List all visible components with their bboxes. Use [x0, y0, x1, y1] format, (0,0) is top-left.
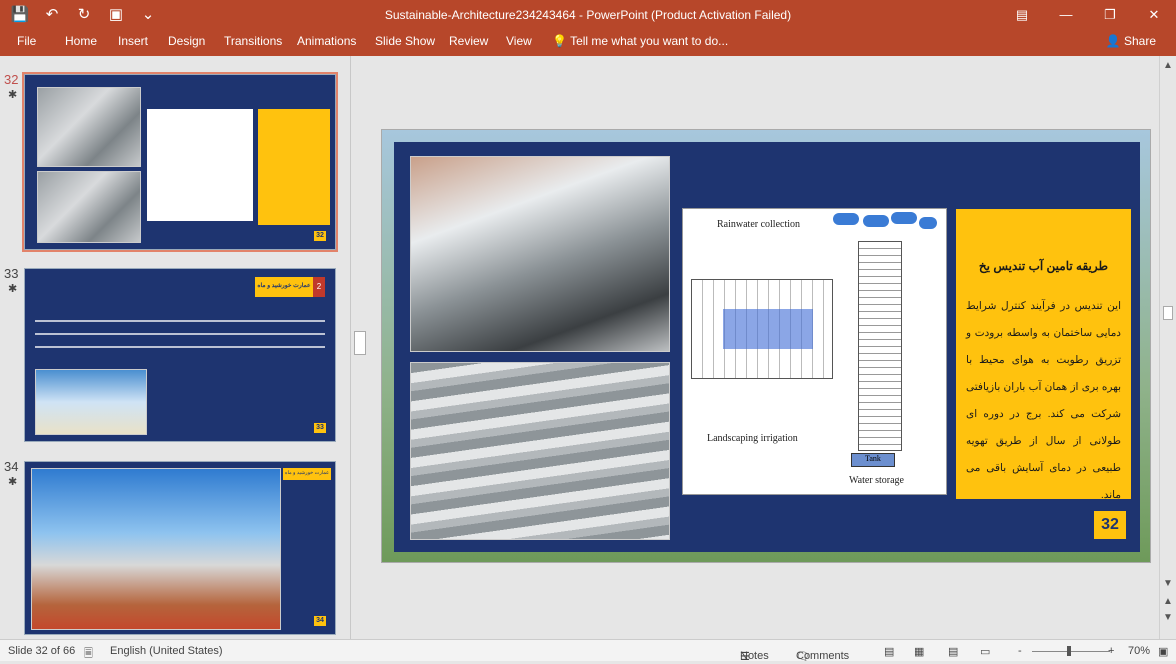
tab-review[interactable]: Review — [449, 34, 488, 48]
ice-panels-photo — [410, 362, 670, 540]
tab-insert[interactable]: Insert — [118, 34, 148, 48]
scrollbar-thumb[interactable] — [1163, 306, 1173, 320]
normal-view-icon[interactable]: ▤ — [884, 645, 894, 658]
maximize-icon[interactable]: ❐ — [1088, 0, 1132, 30]
thumbnail-badge: 32 — [314, 231, 326, 241]
thumbnail-photo — [35, 369, 147, 435]
cloud-icon — [863, 215, 889, 227]
scroll-up-icon[interactable]: ▲ — [1163, 60, 1173, 71]
editor-scrollbar[interactable]: ▲ ▼ ▲ ▼ — [1159, 56, 1176, 639]
tab-view[interactable]: View — [506, 34, 532, 48]
thumbnail-content: عمارت خورشید و ماه 34 — [24, 461, 336, 635]
zoom-slider-knob[interactable] — [1067, 646, 1071, 656]
thumbnail-slide-33[interactable]: عمارت خورشید و ماه 2 33 — [22, 266, 338, 444]
cloud-icon — [891, 212, 917, 224]
language-indicator[interactable]: English (United States) — [110, 645, 223, 657]
scrollbar-thumb[interactable] — [354, 331, 366, 355]
tab-animations[interactable]: Animations — [297, 34, 356, 48]
tab-home[interactable]: Home — [65, 34, 97, 48]
tank-drawing: Tank — [851, 453, 895, 467]
current-slide[interactable]: Rainwater collection Tank Landscaping ir… — [381, 129, 1151, 563]
slide-sorter-icon[interactable]: ▦ — [914, 645, 924, 658]
slide-number-badge: 32 — [1094, 511, 1126, 539]
reading-view-icon[interactable]: ▤ — [948, 645, 958, 658]
irrigation-label: Landscaping irrigation — [707, 433, 798, 444]
tab-transitions[interactable]: Transitions — [224, 34, 282, 48]
previous-slide-icon[interactable]: ▲ — [1163, 596, 1173, 607]
escalator-photo — [410, 156, 670, 352]
thumbnail-badge: 34 — [314, 616, 326, 626]
share-button[interactable]: 👤 Share — [1106, 34, 1156, 48]
thumbnail-heading: عمارت خورشید و ماه — [284, 470, 330, 476]
thumbnail-content: 32 — [24, 74, 336, 250]
thumbnail-slide-32[interactable]: 32 — [22, 72, 338, 252]
airflow-drawing — [723, 309, 813, 349]
fit-slide-icon[interactable]: ▣ — [1158, 645, 1168, 658]
thumbnail-number: 33 — [4, 266, 19, 281]
rainwater-diagram: Rainwater collection Tank Landscaping ir… — [682, 208, 947, 495]
tell-me-box[interactable]: 💡 Tell me what you want to do... — [552, 34, 728, 48]
thumbnail-text-lines — [35, 309, 325, 359]
thumbnail-badge: 33 — [314, 423, 326, 433]
tab-design[interactable]: Design — [168, 34, 205, 48]
scroll-down-icon[interactable]: ▼ — [1163, 578, 1173, 589]
description-textbox[interactable]: طریقه تامین آب تندیس یخ این تندیس در فرآ… — [956, 209, 1131, 501]
close-icon[interactable]: ✕ — [1132, 0, 1176, 30]
tab-slide-show[interactable]: Slide Show — [375, 34, 435, 48]
storage-label: Water storage — [849, 475, 904, 486]
thumbnail-panel: 32 ✱ 32 33 ✱ عمارت خورشید و ماه 2 33 34 … — [0, 56, 351, 639]
thumbnail-photo — [31, 468, 281, 630]
zoom-out-button[interactable]: - — [1018, 645, 1022, 657]
window-controls: ▤ — ❐ ✕ — [1000, 0, 1176, 30]
thumbnail-number: 34 — [4, 459, 19, 474]
status-bar: Slide 32 of 66 🗏 English (United States)… — [0, 639, 1176, 664]
thumbnail-heading: عمارت خورشید و ماه — [257, 283, 311, 289]
thumbnail-diagram — [147, 109, 253, 221]
tower-drawing — [858, 241, 902, 451]
thumbnail-photo — [37, 171, 141, 243]
person-icon: 👤 — [1105, 34, 1121, 48]
lightbulb-icon: 💡 — [552, 34, 567, 48]
slide-frame: Rainwater collection Tank Landscaping ir… — [394, 142, 1140, 552]
rainwater-label: Rainwater collection — [717, 219, 801, 230]
thumbnail-textbox — [258, 109, 330, 225]
thumbnail-number: 32 — [4, 72, 19, 87]
cloud-icon — [919, 217, 937, 229]
thumbnail-photo — [37, 87, 141, 167]
ribbon-display-icon[interactable]: ▤ — [1000, 0, 1044, 30]
animation-star-icon: ✱ — [8, 283, 18, 295]
animation-star-icon: ✱ — [8, 89, 18, 101]
tab-file[interactable]: File — [17, 34, 36, 48]
ribbon-tabs: File Home Insert Design Transitions Anim… — [0, 30, 1176, 56]
zoom-slider[interactable] — [1032, 651, 1110, 652]
slideshow-view-icon[interactable]: ▭ — [980, 645, 990, 658]
slide-counter: Slide 32 of 66 — [8, 645, 76, 657]
minimize-icon[interactable]: — — [1044, 0, 1088, 30]
next-slide-icon[interactable]: ▼ — [1163, 612, 1173, 623]
slide-heading: طریقه تامین آب تندیس یخ — [978, 259, 1109, 273]
thumbnail-slide-34[interactable]: عمارت خورشید و ماه 34 — [22, 459, 338, 637]
zoom-level[interactable]: 70% — [1128, 645, 1150, 657]
zoom-in-button[interactable]: + — [1108, 645, 1114, 657]
thumbnail-heading-number: 2 — [313, 277, 325, 297]
title-bar: 💾 ↶ ↻ ▣ ⌄ Sustainable-Architecture234243… — [0, 0, 1176, 30]
cloud-icon — [833, 213, 859, 225]
thumbnail-content: عمارت خورشید و ماه 2 33 — [24, 268, 336, 442]
slide-body-text: این تندیس در فرآیند کنترل شرایط دمایی سا… — [966, 300, 1121, 501]
thumbnail-scrollbar[interactable] — [352, 56, 368, 639]
spellcheck-icon[interactable]: 🗏 — [84, 645, 93, 664]
animation-star-icon: ✱ — [8, 476, 18, 488]
